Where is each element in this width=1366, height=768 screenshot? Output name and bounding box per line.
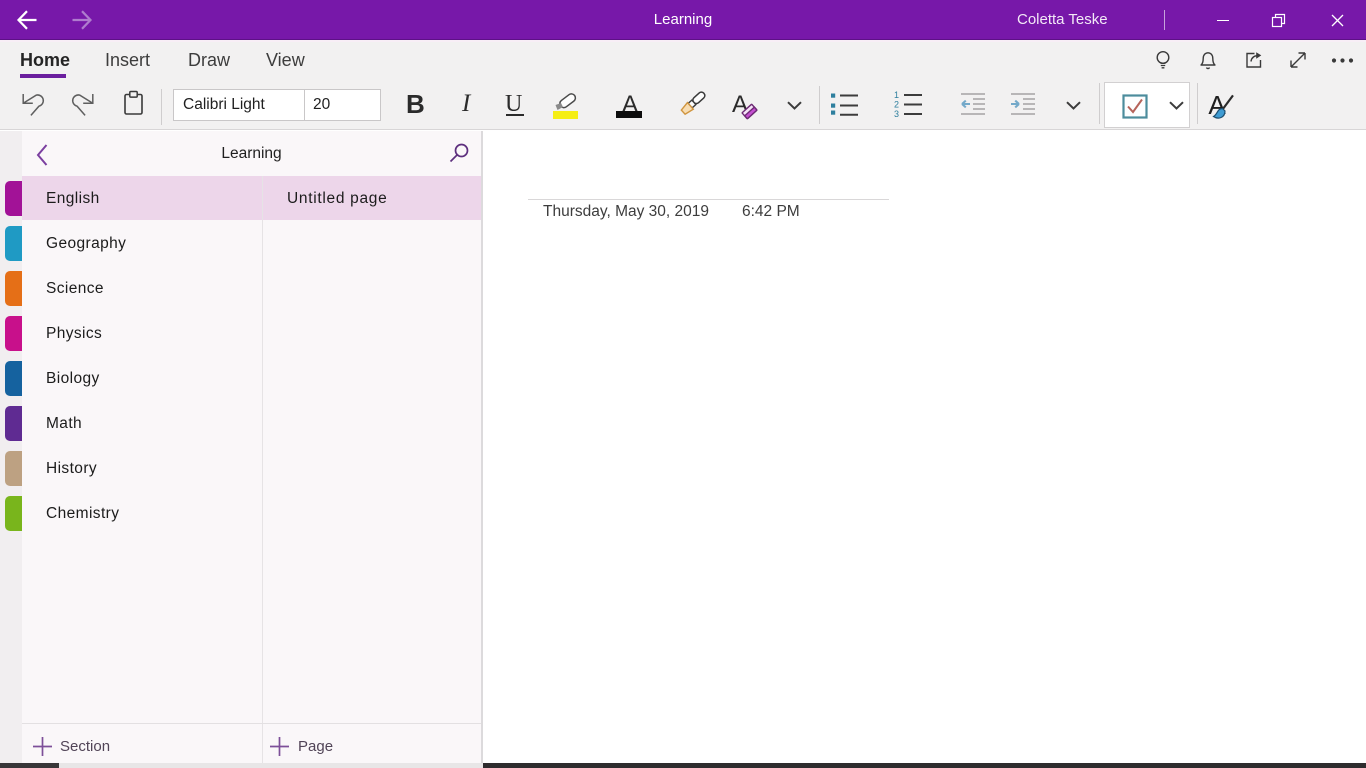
svg-text:2: 2 bbox=[894, 100, 899, 110]
svg-text:1: 1 bbox=[894, 90, 899, 100]
svg-text:3: 3 bbox=[894, 109, 899, 118]
